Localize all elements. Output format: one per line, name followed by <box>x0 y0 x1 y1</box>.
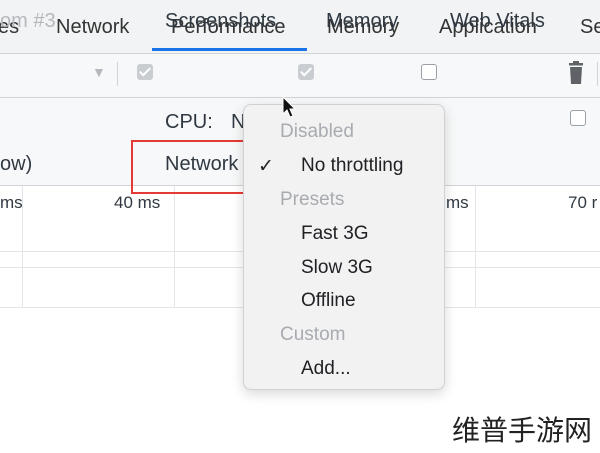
web-vitals-label: Web Vitals <box>450 10 545 32</box>
watermark-logo: 维普手游网 <box>451 414 592 447</box>
menu-item-no-throttling[interactable]: No throttling <box>301 155 403 177</box>
menu-item-slow-3g[interactable]: Slow 3G <box>301 257 373 279</box>
chevron-down-icon[interactable]: ▼ <box>92 64 106 80</box>
cpu-throttle-label: CPU: <box>165 111 213 133</box>
menu-item-add[interactable]: Add... <box>301 358 351 380</box>
web-vitals-checkbox[interactable] <box>421 64 437 80</box>
tab-network[interactable]: Network <box>56 16 129 39</box>
memory-label: Memory <box>326 10 399 32</box>
zoom-select[interactable]: om #3 <box>0 10 56 33</box>
menu-header-disabled: Disabled <box>280 121 354 142</box>
timeline-gridline <box>174 186 175 308</box>
ruler-tick-label: 70 r <box>568 193 598 212</box>
memory-checkbox[interactable] <box>298 64 314 80</box>
settings-row-text-partial: ow) <box>0 153 33 175</box>
screenshots-checkbox[interactable] <box>137 64 153 80</box>
network-highlight-box <box>131 140 252 194</box>
toolbar-divider <box>117 62 118 86</box>
toolbar-divider-right <box>597 62 598 86</box>
checkmark-icon: ✓ <box>258 156 274 177</box>
network-throttling-menu: Disabled ✓ No throttling Presets Fast 3G… <box>243 104 445 390</box>
ruler-tick-label: ms <box>446 193 469 212</box>
timeline-gridline <box>475 186 476 308</box>
menu-header-presets: Presets <box>280 189 345 210</box>
mouse-cursor-icon <box>282 95 298 120</box>
screenshots-label: Screenshots <box>165 10 277 32</box>
ruler-tick-label: 40 ms <box>114 193 161 212</box>
menu-header-custom: Custom <box>280 324 346 345</box>
ruler-tick-label: ms <box>0 193 23 212</box>
settings-right-checkbox[interactable] <box>570 110 586 126</box>
tab-security-partial[interactable]: Se <box>580 16 600 39</box>
active-tab-indicator <box>152 48 307 51</box>
menu-item-fast-3g[interactable]: Fast 3G <box>301 223 369 245</box>
trash-icon[interactable] <box>566 61 586 85</box>
menu-item-offline[interactable]: Offline <box>301 290 356 312</box>
